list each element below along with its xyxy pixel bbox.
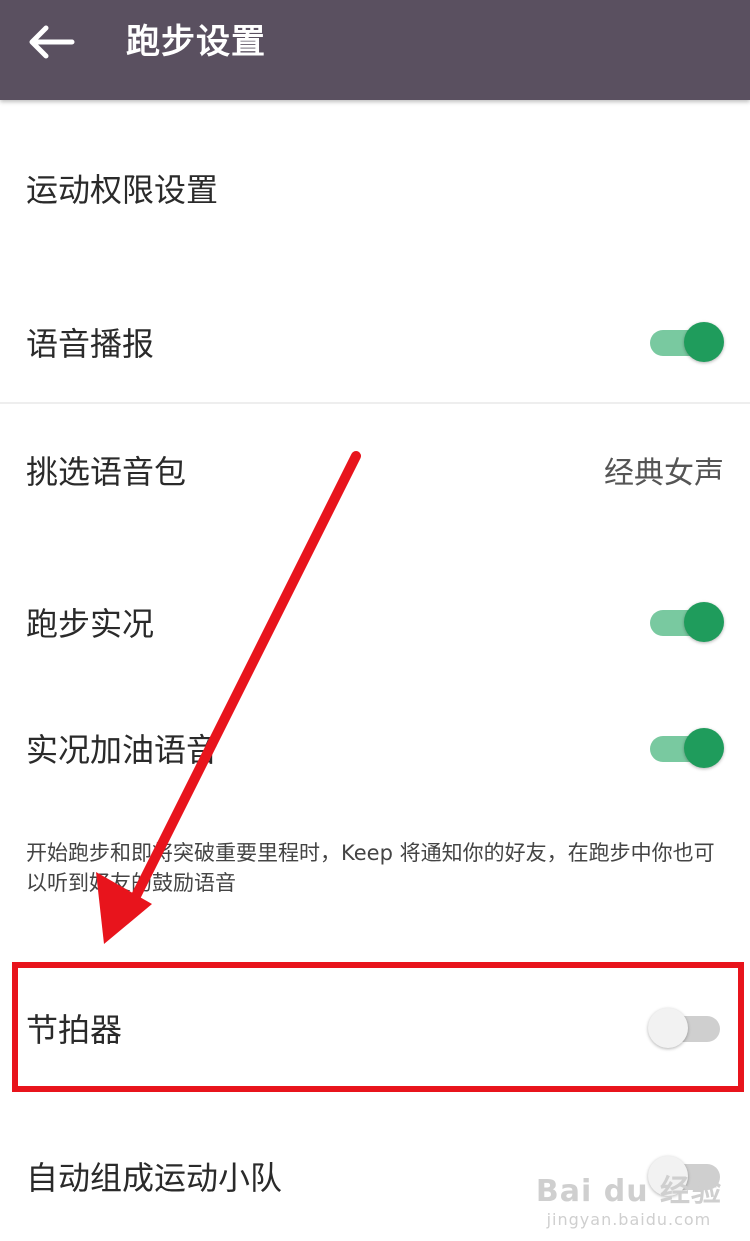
row-label: 运动权限设置 [26, 171, 219, 209]
row-label: 节拍器 [26, 1011, 123, 1049]
settings-row-cheer-voice: 实况加油语音 [0, 700, 750, 796]
row-label: 跑步实况 [26, 605, 155, 643]
toggle-knob [648, 1008, 688, 1048]
toggle-knob [684, 602, 724, 642]
settings-row-metronome: 节拍器 [0, 978, 750, 1078]
voice-broadcast-toggle[interactable] [648, 322, 724, 362]
metronome-toggle[interactable] [648, 1008, 724, 1048]
row-label: 自动组成运动小队 [26, 1159, 283, 1197]
top-app-bar: 跑步设置 [0, 0, 750, 100]
cheer-voice-description: 开始跑步和即将突破重要里程时，Keep 将通知你的好友，在跑步中你也可以听到好友… [26, 841, 715, 895]
section-divider [0, 402, 750, 404]
row-label: 语音播报 [26, 325, 155, 363]
toggle-knob [648, 1156, 688, 1196]
settings-row-run-live: 跑步实况 [0, 574, 750, 670]
toggle-knob [684, 322, 724, 362]
back-button[interactable] [22, 20, 78, 64]
row-label: 挑选语音包 [26, 453, 187, 491]
settings-row-voice-broadcast: 语音播报 [0, 294, 750, 390]
page-title: 跑步设置 [126, 22, 266, 62]
settings-row-voice-pack[interactable]: 挑选语音包 经典女声 [0, 422, 750, 518]
arrow-left-icon [29, 25, 75, 59]
toggle-knob [684, 728, 724, 768]
cheer-voice-toggle[interactable] [648, 728, 724, 768]
auto-team-toggle[interactable] [648, 1156, 724, 1196]
voice-pack-value: 经典女声 [604, 456, 724, 491]
run-live-toggle[interactable] [648, 602, 724, 642]
settings-row-permissions[interactable]: 运动权限设置 [0, 140, 750, 236]
row-label: 实况加油语音 [26, 731, 219, 769]
settings-row-auto-team: 自动组成运动小队 [0, 1128, 750, 1224]
